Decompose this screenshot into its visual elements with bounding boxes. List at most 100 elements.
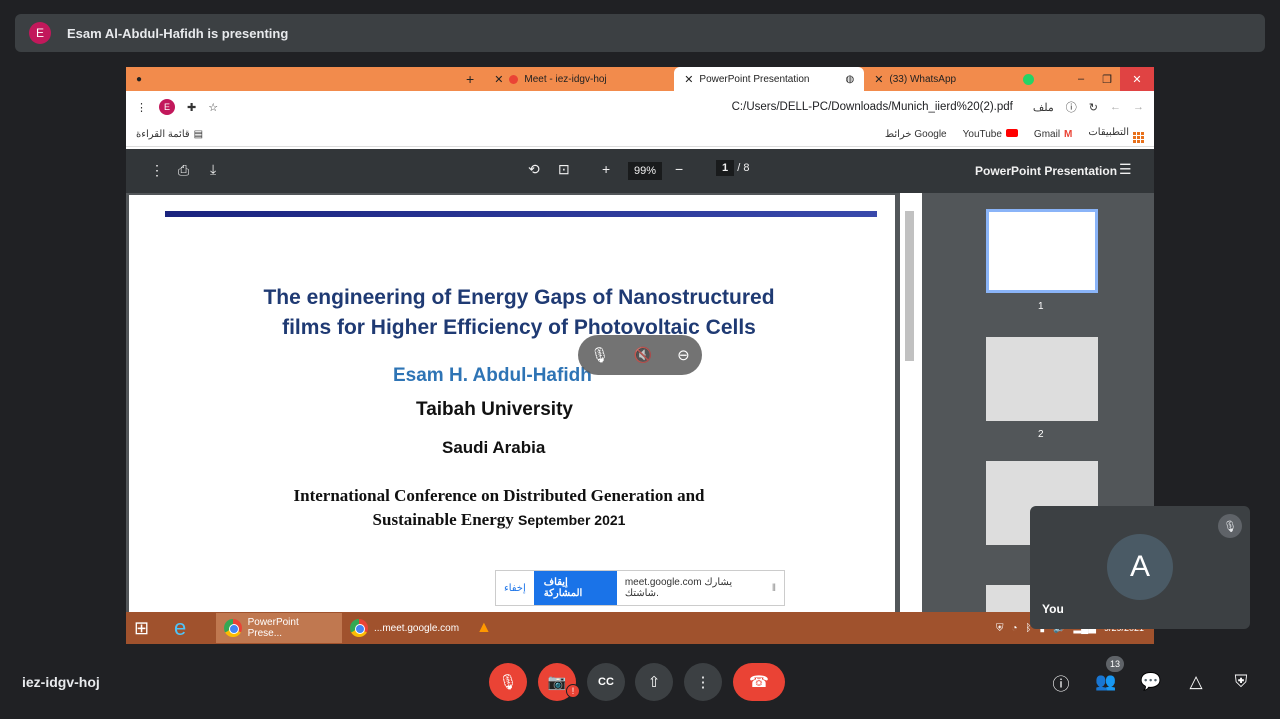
profile-avatar[interactable]: E xyxy=(159,99,175,115)
info-icon[interactable]: ⓘ xyxy=(1066,99,1077,115)
tab-label: Meet - iez-idgv-hoj xyxy=(524,73,607,85)
extensions-icon[interactable]: ✚ xyxy=(187,101,196,114)
pdf-viewer[interactable]: The engineering of Energy Gaps of Nanost… xyxy=(126,193,928,615)
pdf-menu-icon[interactable]: ⋮ xyxy=(150,162,164,179)
page-current[interactable]: 1 xyxy=(716,160,735,176)
hamburger-icon[interactable]: ☰ xyxy=(1119,161,1132,178)
menu-icon[interactable]: ⋮ xyxy=(136,101,147,114)
start-button[interactable]: ⊞ xyxy=(126,613,166,643)
self-avatar: A xyxy=(1107,534,1173,600)
bookmark-maps[interactable]: خرائط Google xyxy=(885,129,947,140)
mic-off-icon[interactable]: 🎙 xyxy=(590,346,609,364)
reload-icon[interactable]: ↻ xyxy=(1089,101,1098,114)
windows-taskbar: ⊞ e PowerPoint Prese... ...meet.google.c… xyxy=(126,612,1154,644)
slide-university: Taibah University xyxy=(416,399,573,420)
back-icon[interactable]: → xyxy=(1133,101,1144,113)
bookmark-youtube[interactable]: YouTube xyxy=(963,129,1018,140)
matlab-icon[interactable]: ▲ xyxy=(468,613,500,643)
download-icon[interactable]: ⤓ xyxy=(210,161,216,178)
info-icon[interactable]: ⓘ xyxy=(1048,669,1074,695)
pdf-title: PowerPoint Presentation xyxy=(975,164,1118,178)
bookmarks-bar: قائمة القراءة ▤ خرائط Google YouTube Gma… xyxy=(126,123,1154,147)
whatsapp-icon xyxy=(1023,73,1035,85)
captions-button[interactable]: CC xyxy=(587,663,625,701)
pdf-page: The engineering of Energy Gaps of Nanost… xyxy=(129,195,895,615)
zoom-level[interactable]: 99% xyxy=(628,162,662,180)
star-icon[interactable]: ☆ xyxy=(208,101,218,114)
browser-tabbar: ● + ✕ Meet - iez-idgv-hoj ✕ PowerPoint P… xyxy=(126,67,1154,91)
sharing-message: meet.google.com يشارك شاشتك. xyxy=(624,577,733,599)
thumbnail-page-1[interactable] xyxy=(986,209,1098,293)
slide-title: The engineering of Energy Gaps of Nanost… xyxy=(129,283,909,343)
address-bar: ⋮ E ✚ ☆ C:/Users/DELL-PC/Downloads/Munic… xyxy=(126,91,1154,123)
tab-label: PowerPoint Presentation xyxy=(699,73,810,85)
minimize-circle-icon[interactable]: ⊖ xyxy=(677,346,690,364)
slide-country: Saudi Arabia xyxy=(442,438,546,457)
scrollbar-thumb[interactable] xyxy=(905,211,914,361)
slide-title-line: films for Higher Efficiency of Photovolt… xyxy=(282,316,756,339)
hang-up-button[interactable]: ☎ xyxy=(733,663,785,701)
more-options-button[interactable]: ⋮ xyxy=(684,663,722,701)
task-label: PowerPoint Prese... xyxy=(247,617,299,639)
conference-name: Sustainable Energy xyxy=(372,510,514,529)
rotate-icon[interactable]: ⟲ xyxy=(528,161,540,178)
zoom-in-icon[interactable]: + xyxy=(602,161,610,177)
reading-list[interactable]: قائمة القراءة xyxy=(136,129,190,140)
chrome-icon xyxy=(224,619,242,637)
sync-icon[interactable]: ◔ xyxy=(1011,623,1017,634)
activities-icon[interactable]: △ xyxy=(1183,669,1209,695)
bookmark-gmail[interactable]: Gmail M xyxy=(1034,129,1072,140)
close-icon[interactable]: ✕ xyxy=(494,73,503,86)
taskbar-meet[interactable]: ...meet.google.com xyxy=(342,613,468,643)
people-icon[interactable]: 👥 xyxy=(1093,669,1119,695)
new-tab-button[interactable]: + xyxy=(456,67,484,91)
self-video-tile[interactable]: 🎙 A You xyxy=(1030,506,1250,629)
tab-whatsapp[interactable]: ✕ (33) WhatsApp xyxy=(864,67,1044,91)
thumbnail-page-2[interactable] xyxy=(986,337,1098,421)
ie-icon[interactable]: e xyxy=(166,613,216,643)
conference-line: International Conference on Distributed … xyxy=(293,486,705,505)
thumbnail-number: 1 xyxy=(1038,301,1044,312)
globe-icon: ◍ xyxy=(845,73,855,85)
stop-sharing-button[interactable]: إيقاف المشاركة xyxy=(533,571,617,605)
sharing-notice: إخفاء إيقاف المشاركة meet.google.com يشا… xyxy=(495,570,785,606)
slide-header-bar xyxy=(165,211,877,217)
tab-menu-icon[interactable]: ● xyxy=(126,67,166,91)
audio-off-icon[interactable]: 🔇 xyxy=(634,346,653,364)
shield-icon[interactable]: ⛨ xyxy=(996,623,1004,634)
present-button[interactable]: ⇧ xyxy=(635,663,673,701)
url-prefix: ملف xyxy=(1032,101,1054,114)
slide-conference: International Conference on Distributed … xyxy=(129,484,869,532)
meet-bottom-bar: iez-idgv-hoj 🎙 📷 ! CC ⇧ ⋮ ☎ ⓘ 13 👥 💬 △ ⛨ xyxy=(0,655,1280,719)
bookmark-label: خرائط Google xyxy=(884,129,947,140)
tab-powerpoint[interactable]: ✕ PowerPoint Presentation ◍ xyxy=(674,67,865,91)
taskbar-powerpoint[interactable]: PowerPoint Prese... xyxy=(216,613,342,643)
chat-icon[interactable]: 💬 xyxy=(1138,669,1164,695)
chrome-icon xyxy=(350,619,368,637)
thumbnail-number: 2 xyxy=(1038,429,1044,440)
minimize-icon[interactable]: – xyxy=(1068,67,1094,91)
tab-meet[interactable]: ✕ Meet - iez-idgv-hoj xyxy=(484,67,674,91)
host-controls-icon[interactable]: ⛨ xyxy=(1228,669,1254,695)
print-icon[interactable]: ⎙ xyxy=(178,162,189,179)
page-indicator: 1 / 8 xyxy=(716,160,749,176)
mic-toggle-button[interactable]: 🎙 xyxy=(489,663,527,701)
slide-title-line: The engineering of Energy Gaps of Nanost… xyxy=(263,286,775,309)
close-window-icon[interactable]: ✕ xyxy=(1120,67,1154,91)
task-label: ...meet.google.com xyxy=(374,622,460,634)
bookmark-apps[interactable]: التطبيقات xyxy=(1088,127,1144,143)
pdf-scrollbar[interactable] xyxy=(900,193,922,613)
close-icon[interactable]: ✕ xyxy=(874,73,883,86)
maximize-icon[interactable]: ❐ xyxy=(1094,67,1120,91)
url-field[interactable]: C:/Users/DELL-PC/Downloads/Munich_iierd%… xyxy=(732,101,1013,113)
forward-icon[interactable]: ← xyxy=(1110,101,1121,113)
fit-page-icon[interactable]: ⊡ xyxy=(558,161,570,178)
conference-date: September 2021 xyxy=(518,512,626,528)
hide-link[interactable]: إخفاء xyxy=(504,583,526,594)
close-icon[interactable]: ✕ xyxy=(684,73,693,86)
drag-handle-icon[interactable]: ‖ xyxy=(772,583,776,594)
warning-icon: ! xyxy=(566,684,580,698)
zoom-out-icon[interactable]: − xyxy=(675,161,683,177)
record-icon xyxy=(509,74,519,84)
floating-meet-controls: 🎙 🔇 ⊖ xyxy=(578,335,702,375)
